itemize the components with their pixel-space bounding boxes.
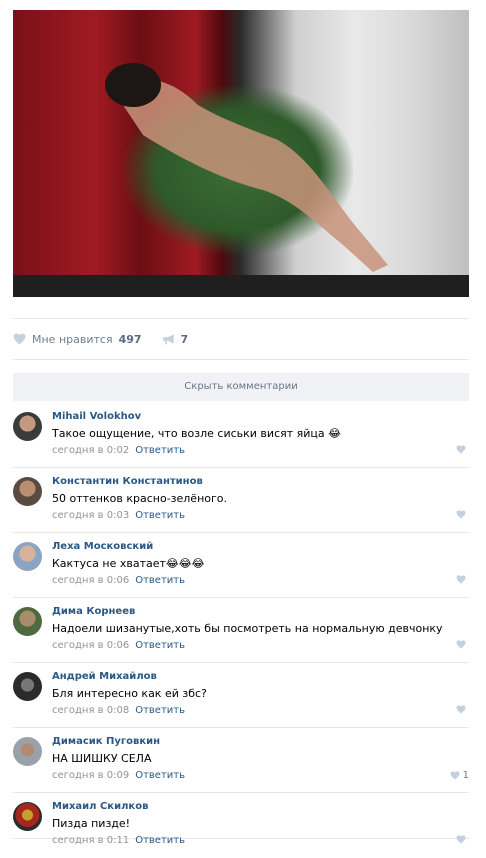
comment-text: НА ШИШКУ СЕЛА <box>52 752 152 765</box>
heart-icon <box>456 640 466 649</box>
reply-link[interactable]: Ответить <box>135 835 185 846</box>
comment-time[interactable]: сегодня в 0:08 <box>52 705 129 716</box>
comment-author[interactable]: Константин Константинов <box>52 476 203 487</box>
comment-time[interactable]: сегодня в 0:09 <box>52 770 129 781</box>
comment-meta: сегодня в 0:08 Ответить <box>52 705 185 716</box>
comment-time[interactable]: сегодня в 0:03 <box>52 510 129 521</box>
comment-time[interactable]: сегодня в 0:06 <box>52 640 129 651</box>
comment-meta: сегодня в 0:02 Ответить <box>52 445 185 456</box>
photo-figure <box>105 63 388 272</box>
comment-like-button[interactable] <box>456 510 469 519</box>
comment-like-button[interactable] <box>456 575 469 584</box>
comment-author[interactable]: Дима Корнеев <box>52 606 135 617</box>
comment-author[interactable]: Андрей Михайлов <box>52 671 157 682</box>
heart-icon <box>450 771 460 780</box>
comment-item: Константин Константинов 50 оттенков крас… <box>13 468 469 533</box>
avatar[interactable] <box>13 542 42 571</box>
comment-author[interactable]: Димасик Пуговкин <box>52 736 160 747</box>
comment-text: 50 оттенков красно-зелёного. <box>52 492 228 505</box>
like-label: Мне нравится <box>32 332 113 346</box>
share-count: 7 <box>180 332 189 346</box>
comment-item: Андрей Михайлов Бля интересно как ей збс… <box>13 663 469 728</box>
comment-time[interactable]: сегодня в 0:02 <box>52 445 129 456</box>
comment-item: Дима Корнеев Надоели шизанутые,хоть бы п… <box>13 598 469 663</box>
comment-author[interactable]: Леха Московский <box>52 541 153 552</box>
comment-author[interactable]: Михаил Скилков <box>52 801 148 812</box>
reply-link[interactable]: Ответить <box>135 445 185 456</box>
reply-link[interactable]: Ответить <box>135 640 185 651</box>
comment-text: Надоели шизанутые,хоть бы посмотреть на … <box>52 622 443 635</box>
comments-list: Mihail Volokhov Такое ощущение, что возл… <box>13 403 469 846</box>
comment-text: Пизда пизде! <box>52 817 131 830</box>
comment-meta: сегодня в 0:09 Ответить <box>52 770 185 781</box>
post-photo[interactable] <box>13 10 469 297</box>
heart-icon <box>456 510 466 519</box>
comment-item: Михаил Скилков Пизда пизде! сегодня в 0:… <box>13 793 469 846</box>
comment-text: Такое ощущение, что возле сиськи висят я… <box>52 427 341 440</box>
reply-link[interactable]: Ответить <box>135 770 185 781</box>
comment-item: Леха Московский Кактуса не хватает😂😂😂 се… <box>13 533 469 598</box>
avatar[interactable] <box>13 672 42 701</box>
reply-link[interactable]: Ответить <box>135 575 185 586</box>
heart-icon <box>456 705 466 714</box>
comment-like-button[interactable]: 1 <box>450 770 469 781</box>
reply-link[interactable]: Ответить <box>135 510 185 521</box>
avatar[interactable] <box>13 737 42 766</box>
heart-icon <box>456 575 466 584</box>
share-button[interactable]: 7 <box>162 332 189 346</box>
comment-time[interactable]: сегодня в 0:11 <box>52 835 129 846</box>
comment-item: Mihail Volokhov Такое ощущение, что возл… <box>13 403 469 468</box>
comment-like-button[interactable] <box>456 445 469 454</box>
comment-like-button[interactable] <box>456 835 469 844</box>
avatar[interactable] <box>13 802 42 831</box>
heart-icon <box>456 835 466 844</box>
comment-meta: сегодня в 0:03 Ответить <box>52 510 185 521</box>
like-count: 497 <box>118 332 142 346</box>
comment-meta: сегодня в 0:11 Ответить <box>52 835 185 846</box>
post-actions: Мне нравится 497 7 <box>13 318 469 360</box>
comment-like-button[interactable] <box>456 640 469 649</box>
comment-meta: сегодня в 0:06 Ответить <box>52 575 185 586</box>
hide-comments-button[interactable]: Скрыть комментарии <box>13 373 469 401</box>
heart-icon <box>13 333 26 345</box>
megaphone-icon <box>162 334 174 345</box>
comment-item: Димасик Пуговкин НА ШИШКУ СЕЛА сегодня в… <box>13 728 469 793</box>
comment-text: Кактуса не хватает😂😂😂 <box>52 557 205 570</box>
heart-icon <box>456 445 466 454</box>
avatar[interactable] <box>13 607 42 636</box>
comment-author[interactable]: Mihail Volokhov <box>52 411 141 422</box>
comment-meta: сегодня в 0:06 Ответить <box>52 640 185 651</box>
reply-link[interactable]: Ответить <box>135 705 185 716</box>
comment-like-button[interactable] <box>456 705 469 714</box>
comment-text: Бля интересно как ей збс? <box>52 687 207 700</box>
like-button[interactable]: Мне нравится 497 <box>13 333 142 346</box>
comment-time[interactable]: сегодня в 0:06 <box>52 575 129 586</box>
avatar[interactable] <box>13 477 42 506</box>
avatar[interactable] <box>13 412 42 441</box>
comment-like-count: 1 <box>462 770 469 781</box>
floor <box>13 275 469 297</box>
